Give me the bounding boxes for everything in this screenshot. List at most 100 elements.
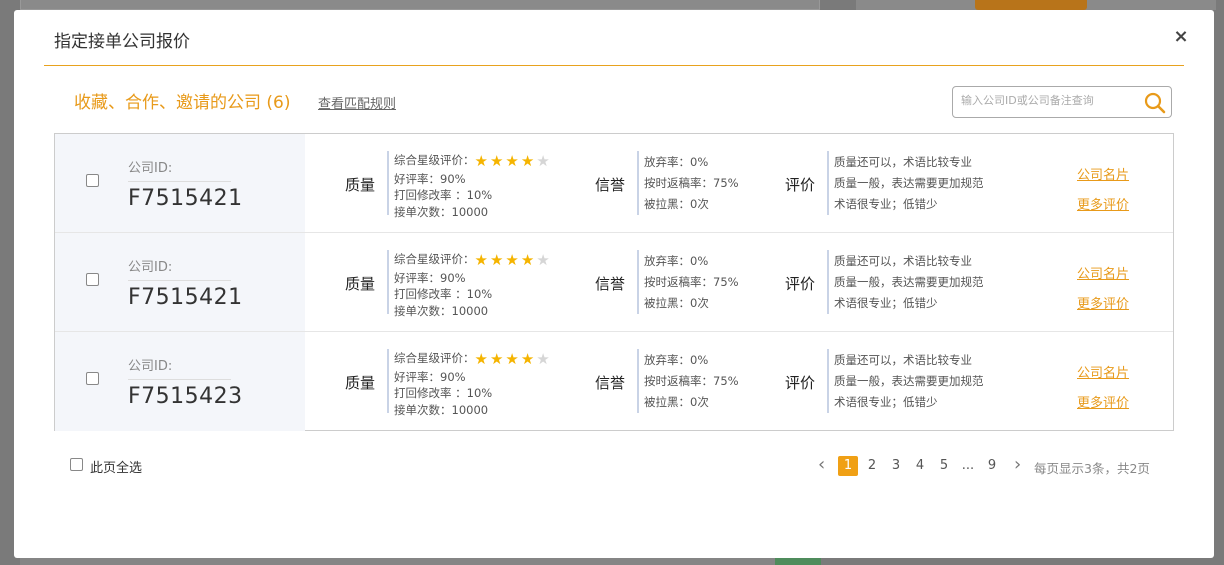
blacklisted-count: 被拉黑：0次 bbox=[644, 395, 709, 409]
order-count: 接单次数：10000 bbox=[394, 204, 489, 219]
pagination-page-1[interactable]: 1 bbox=[838, 456, 858, 476]
credit-label: 信誉 bbox=[595, 176, 626, 194]
star-icon: ★ bbox=[505, 152, 519, 170]
quality-label: 质量 bbox=[345, 275, 376, 293]
company-card-link[interactable]: 公司名片 bbox=[1077, 164, 1129, 183]
star-icon: ★ bbox=[505, 350, 519, 368]
company-id-label: 公司ID: bbox=[128, 256, 231, 281]
review-item: 质量还可以，术语比较专业 bbox=[834, 353, 972, 367]
quality-info: 综合星级评价：★ ★ ★ ★ ★ 好评率：90% 打回修改率 ：10% 接单次数：10000 bbox=[394, 350, 552, 418]
more-reviews-link[interactable]: 更多评价 bbox=[1077, 194, 1129, 213]
company-card-link[interactable]: 公司名片 bbox=[1077, 263, 1129, 282]
revise-rate: 打回修改率 ：10% bbox=[394, 188, 493, 202]
pagination-ellipsis: ... bbox=[961, 458, 975, 473]
pagination-prev-button[interactable]: ‹ bbox=[818, 454, 825, 475]
review-item: 质量还可以，术语比较专业 bbox=[834, 254, 972, 268]
divider bbox=[827, 349, 829, 413]
star-icon: ★ bbox=[489, 350, 504, 368]
blacklisted-count: 被拉黑：0次 bbox=[644, 296, 709, 310]
company-id-label: 公司ID: bbox=[128, 355, 231, 380]
review-item: 质量一般，表达需要更加规范 bbox=[834, 275, 984, 289]
company-id: F7515421 bbox=[128, 285, 243, 310]
divider bbox=[387, 250, 389, 314]
search-input[interactable] bbox=[961, 94, 1141, 107]
on-time-rate: 按时返稿率：75% bbox=[644, 275, 739, 289]
abandon-rate: 放弃率：0% bbox=[644, 254, 709, 268]
pagination-page-9[interactable]: 9 bbox=[982, 456, 1002, 476]
star-icon: ★ bbox=[536, 251, 550, 269]
close-button[interactable]: × bbox=[1172, 28, 1190, 46]
star-icon: ★ bbox=[520, 152, 535, 170]
more-reviews-link[interactable]: 更多评价 bbox=[1077, 293, 1129, 312]
star-rating-label: 综合星级评价： bbox=[394, 351, 475, 365]
review-item: 术语很专业；低错少 bbox=[834, 197, 938, 211]
abandon-rate: 放弃率：0% bbox=[644, 353, 709, 367]
good-rate: 好评率：90% bbox=[394, 369, 466, 384]
pagination-next-button[interactable]: › bbox=[1014, 454, 1021, 475]
table-row: 公司ID: F7515423 质量 综合星级评价：★ ★ ★ ★ ★ 好评率：90% 打回修改率 … bbox=[55, 332, 1173, 431]
review-label: 评价 bbox=[785, 374, 816, 392]
company-id: F7515423 bbox=[128, 384, 243, 409]
company-id-cell: 公司ID: F7515421 bbox=[55, 233, 305, 331]
star-icon: ★ bbox=[489, 152, 504, 170]
revise-rate: 打回修改率 ：10% bbox=[394, 287, 493, 301]
review-list: 质量还可以，术语比较专业 质量一般，表达需要更加规范 术语很专业；低错少 bbox=[834, 152, 984, 215]
abandon-rate: 放弃率：0% bbox=[644, 155, 709, 169]
row-checkbox[interactable] bbox=[86, 273, 99, 286]
star-icon: ★ bbox=[505, 251, 519, 269]
review-item: 质量还可以，术语比较专业 bbox=[834, 155, 972, 169]
company-id-cell: 公司ID: F7515423 bbox=[55, 332, 305, 431]
good-rate: 好评率：90% bbox=[394, 270, 466, 285]
divider bbox=[387, 151, 389, 215]
table-row: 公司ID: F7515421 质量 综合星级评价：★ ★ ★ ★ ★ 好评率：90% 打回修改率 … bbox=[55, 134, 1173, 233]
divider bbox=[637, 151, 639, 215]
star-rating-label: 综合星级评价： bbox=[394, 153, 475, 167]
star-rating: 综合星级评价：★ ★ ★ ★ ★ bbox=[394, 251, 552, 270]
pagination-page-5[interactable]: 5 bbox=[934, 456, 954, 476]
on-time-rate: 按时返稿率：75% bbox=[644, 176, 739, 190]
select-all-checkbox[interactable] bbox=[70, 458, 83, 471]
quality-info: 综合星级评价：★ ★ ★ ★ ★ 好评率：90% 打回修改率 ：10% 接单次数：10000 bbox=[394, 152, 552, 220]
modal-title: 指定接单公司报价 bbox=[54, 32, 190, 52]
review-item: 术语很专业；低错少 bbox=[834, 395, 938, 409]
star-icon: ★ bbox=[474, 350, 488, 368]
review-list: 质量还可以，术语比较专业 质量一般，表达需要更加规范 术语很专业；低错少 bbox=[834, 251, 984, 314]
on-time-rate: 按时返稿率：75% bbox=[644, 374, 739, 388]
credit-label: 信誉 bbox=[595, 275, 626, 293]
background-button bbox=[975, 0, 1087, 10]
star-rating: 综合星级评价：★ ★ ★ ★ ★ bbox=[394, 152, 552, 171]
good-rate: 好评率：90% bbox=[394, 171, 466, 186]
star-icon: ★ bbox=[536, 350, 550, 368]
section-title: 收藏、合作、邀请的公司 (6) bbox=[74, 93, 291, 113]
star-icon: ★ bbox=[520, 251, 535, 269]
star-icon: ★ bbox=[489, 251, 504, 269]
quality-label: 质量 bbox=[345, 374, 376, 392]
pagination-page-4[interactable]: 4 bbox=[910, 456, 930, 476]
pagination-page-2[interactable]: 2 bbox=[862, 456, 882, 476]
divider bbox=[637, 349, 639, 413]
company-id: F7515421 bbox=[128, 186, 243, 211]
credit-info: 放弃率：0% 按时返稿率：75% 被拉黑：0次 bbox=[644, 152, 739, 215]
blacklisted-count: 被拉黑：0次 bbox=[644, 197, 709, 211]
company-id-cell: 公司ID: F7515421 bbox=[55, 134, 305, 232]
match-rule-link[interactable]: 查看匹配规则 bbox=[318, 93, 396, 112]
credit-label: 信誉 bbox=[595, 374, 626, 392]
table-row: 公司ID: F7515421 质量 综合星级评价：★ ★ ★ ★ ★ 好评率：90% 打回修改率 … bbox=[55, 233, 1173, 332]
order-count: 接单次数：10000 bbox=[394, 303, 489, 318]
divider bbox=[827, 151, 829, 215]
company-id-label: 公司ID: bbox=[128, 157, 231, 182]
review-item: 术语很专业；低错少 bbox=[834, 296, 938, 310]
pagination-page-3[interactable]: 3 bbox=[886, 456, 906, 476]
quality-info: 综合星级评价：★ ★ ★ ★ ★ 好评率：90% 打回修改率 ：10% 接单次数：10000 bbox=[394, 251, 552, 319]
select-all-label: 此页全选 bbox=[90, 461, 143, 476]
quality-label: 质量 bbox=[345, 176, 376, 194]
row-checkbox[interactable] bbox=[86, 372, 99, 385]
more-reviews-link[interactable]: 更多评价 bbox=[1077, 392, 1129, 411]
search-icon[interactable] bbox=[1143, 91, 1167, 115]
star-icon: ★ bbox=[474, 251, 488, 269]
divider bbox=[387, 349, 389, 413]
modal-header: 指定接单公司报价 × bbox=[44, 10, 1189, 66]
company-card-link[interactable]: 公司名片 bbox=[1077, 362, 1129, 381]
company-table: 公司ID: F7515421 质量 综合星级评价：★ ★ ★ ★ ★ 好评率：90% 打回修改率 … bbox=[54, 133, 1174, 431]
row-checkbox[interactable] bbox=[86, 174, 99, 187]
